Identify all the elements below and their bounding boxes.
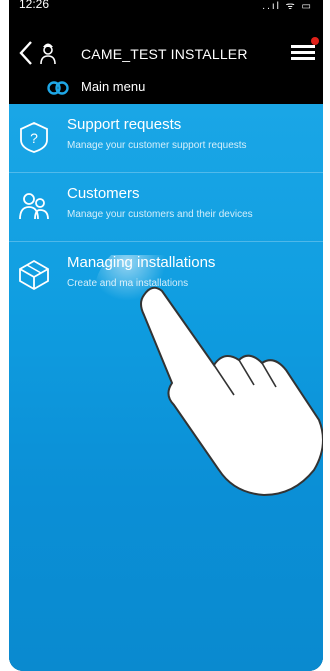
section-subtitle: Main menu	[81, 79, 146, 94]
back-chevron-icon[interactable]	[17, 38, 37, 68]
menu-item-support-requests[interactable]: ? Support requests Manage your customer …	[9, 104, 323, 173]
menu-item-title: Managing installations	[67, 254, 216, 271]
users-icon	[19, 193, 49, 220]
menu-item-description: Manage your customers and their devices	[67, 209, 253, 220]
empty-content-area	[9, 310, 323, 671]
notification-badge	[311, 37, 319, 45]
menu-item-managing-installations[interactable]: Managing installations Create and ma ins…	[9, 242, 323, 310]
menu-item-description: Manage your customer support requests	[67, 140, 247, 151]
app-header: CAME_TEST INSTALLER Main menu	[9, 14, 323, 104]
question-shield-icon: ?	[20, 122, 48, 153]
status-bar: 12:26 ..ıl ᯤ ▭	[9, 0, 323, 14]
cube-icon	[19, 259, 49, 291]
phone-screen: 12:26 ..ıl ᯤ ▭ CAME_TEST INSTALLER Main …	[9, 0, 323, 671]
menu-item-customers[interactable]: Customers Manage your customers and thei…	[9, 173, 323, 242]
status-icons: ..ıl ᯤ ▭	[262, 1, 313, 12]
svg-text:?: ?	[30, 130, 38, 146]
came-logo-icon	[47, 81, 69, 95]
menu-item-description: Create and ma installations	[67, 278, 189, 289]
menu-item-title: Customers	[67, 185, 140, 202]
page-title: CAME_TEST INSTALLER	[81, 46, 248, 62]
menu-item-title: Support requests	[67, 116, 182, 133]
status-time: 12:26	[19, 0, 50, 11]
main-menu-list: ? Support requests Manage your customer …	[9, 104, 323, 671]
installer-avatar-icon	[40, 43, 56, 65]
